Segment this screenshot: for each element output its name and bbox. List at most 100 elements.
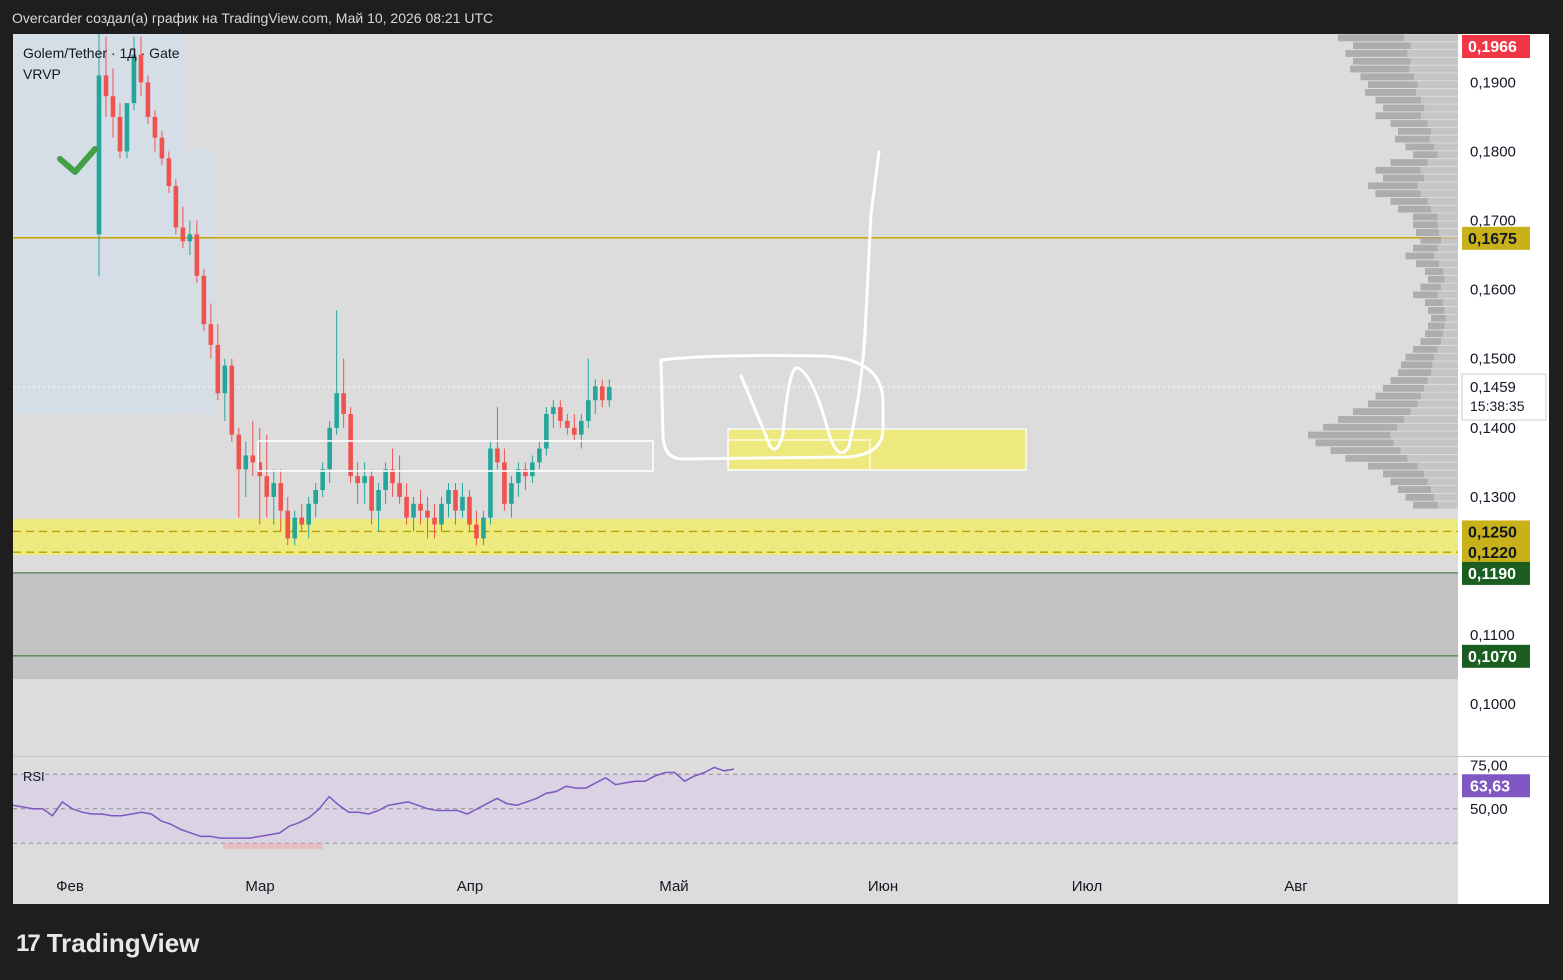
- vp-bar-down: [1441, 283, 1458, 291]
- vp-bar-down: [1437, 501, 1458, 509]
- vrvp-label[interactable]: VRVP: [23, 66, 61, 82]
- candle-body: [551, 407, 556, 414]
- candle-body: [194, 234, 200, 276]
- vp-bar-up: [1390, 478, 1428, 486]
- vp-bar-up: [1405, 252, 1435, 260]
- vp-bar-down: [1437, 244, 1458, 252]
- candle-body: [299, 517, 305, 525]
- candle-body: [341, 393, 346, 414]
- vp-bar-up: [1383, 104, 1425, 112]
- vp-bar-up: [1375, 166, 1421, 174]
- price-chart[interactable]: 0,19000,18000,17000,16000,15000,14000,13…: [12, 27, 1549, 904]
- vp-bar-up: [1383, 470, 1425, 478]
- vp-bar-up: [1368, 182, 1418, 190]
- candle-body: [592, 386, 598, 401]
- vp-bar-up: [1330, 447, 1401, 454]
- vp-bar-up: [1395, 135, 1430, 143]
- candle-body: [313, 490, 318, 504]
- vp-bar-up: [1383, 384, 1425, 392]
- price-tick-label: 0,1300: [1470, 489, 1516, 506]
- candle-body: [544, 414, 549, 449]
- vp-bar-down: [1420, 96, 1458, 104]
- candle-body: [264, 476, 270, 497]
- candle-body: [222, 365, 228, 394]
- vp-bar-down: [1409, 65, 1458, 73]
- support-zone: [13, 519, 1458, 555]
- vp-bar-up: [1383, 174, 1425, 182]
- chart-frame[interactable]: 0,1900 0,1800 0,1700 0,1600 0,1500 0,1400 0,13…: [12, 27, 1549, 904]
- candle-body: [362, 476, 367, 484]
- candle-body: [572, 427, 577, 435]
- vp-bar-up: [1390, 159, 1428, 166]
- vp-bar-down: [1427, 377, 1458, 384]
- candle-body: [180, 227, 186, 242]
- vp-bar-down: [1443, 268, 1458, 275]
- vp-bar-up: [1308, 431, 1391, 439]
- candle-body: [404, 496, 409, 518]
- vp-bar-down: [1439, 229, 1458, 236]
- vp-bar-up: [1338, 416, 1404, 423]
- vp-bar-up: [1431, 314, 1446, 322]
- vp-bar-down: [1416, 89, 1458, 96]
- candle-body: [306, 503, 311, 525]
- vp-bar-down: [1427, 159, 1458, 166]
- candle-body: [166, 158, 172, 186]
- vp-bar-down: [1410, 42, 1458, 50]
- candle-body: [495, 448, 500, 463]
- vp-bar-down: [1429, 135, 1458, 143]
- candle-body: [411, 503, 416, 518]
- price-tag-value: 0,1966: [1468, 39, 1517, 56]
- rsi-layer: [12, 766, 1458, 850]
- vp-bar-up: [1405, 353, 1435, 361]
- vp-bar-down: [1434, 143, 1458, 151]
- rsi-oversold-fill: [223, 843, 323, 850]
- candle-body: [474, 524, 479, 539]
- candle-body: [446, 490, 451, 504]
- candle-body: [271, 483, 277, 497]
- vp-bar-up: [1420, 236, 1442, 244]
- symbol-title[interactable]: Golem/Tether · 1Д · Gate: [23, 45, 180, 61]
- tradingview-logo-icon: 17: [16, 929, 41, 957]
- history-shade-2: [185, 149, 215, 414]
- vp-bar-up: [1425, 299, 1444, 307]
- vp-bar-down: [1437, 221, 1458, 229]
- candle-body: [236, 434, 242, 470]
- candle-body: [327, 427, 332, 470]
- vp-bar-up: [1413, 291, 1438, 299]
- vp-bar-down: [1439, 260, 1458, 268]
- vp-bar-down: [1427, 120, 1458, 127]
- candle-body: [278, 483, 284, 511]
- candle-body: [467, 496, 472, 525]
- vp-bar-down: [1417, 462, 1458, 470]
- vp-bar-up: [1350, 65, 1410, 73]
- vp-bar-up: [1428, 275, 1445, 283]
- rsi-label[interactable]: RSI: [23, 769, 45, 784]
- price-tick-label: 0,1100: [1470, 627, 1515, 644]
- time-tick-label: Май: [659, 878, 688, 895]
- vp-bar-down: [1407, 454, 1458, 462]
- price-tick-label: 0,1400: [1470, 420, 1516, 437]
- candle-body: [110, 96, 116, 117]
- vp-bar-up: [1360, 73, 1415, 81]
- candle-body: [159, 137, 165, 159]
- candle-body: [243, 455, 249, 470]
- vp-bar-up: [1353, 42, 1411, 50]
- candle-body: [579, 420, 584, 435]
- vp-bar-down: [1420, 392, 1458, 400]
- candle-body: [215, 344, 221, 394]
- time-tick-label: Мар: [245, 878, 274, 895]
- candle-body: [432, 517, 437, 525]
- candle-body: [537, 448, 542, 463]
- candle-body: [369, 476, 374, 511]
- time-tick-label: Фев: [56, 878, 84, 895]
- vp-bar-down: [1417, 81, 1458, 89]
- countdown-label: 15:38:35: [1470, 398, 1525, 414]
- vp-bar-down: [1444, 307, 1458, 314]
- vp-bar-down: [1443, 299, 1458, 307]
- candle-body: [201, 275, 207, 325]
- tradingview-logo[interactable]: 17 TradingView: [16, 928, 199, 959]
- vp-bar-down: [1427, 478, 1458, 486]
- price-tag-value: 0,1220: [1468, 545, 1517, 562]
- price-tick-label: 0,1000: [1470, 696, 1516, 713]
- vp-bar-up: [1365, 89, 1417, 96]
